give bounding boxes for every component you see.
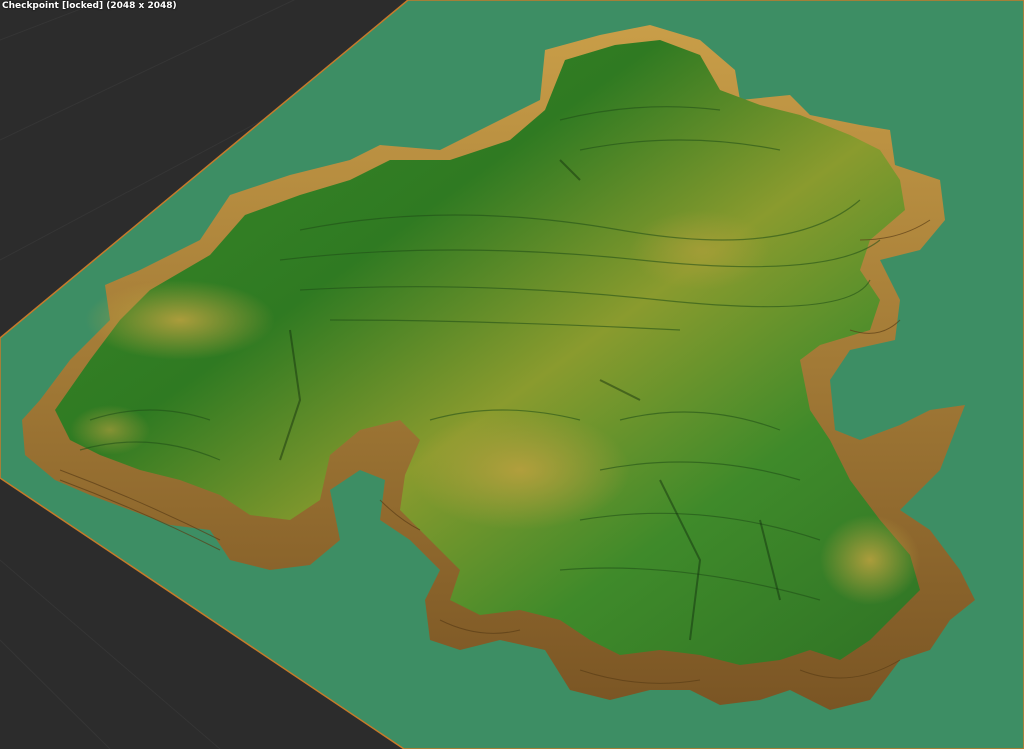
viewport-title: Checkpoint [locked] (2048 x 2048): [2, 1, 177, 11]
terrain-render[interactable]: [0, 0, 1024, 749]
3d-viewport[interactable]: Checkpoint [locked] (2048 x 2048): [0, 0, 1024, 749]
